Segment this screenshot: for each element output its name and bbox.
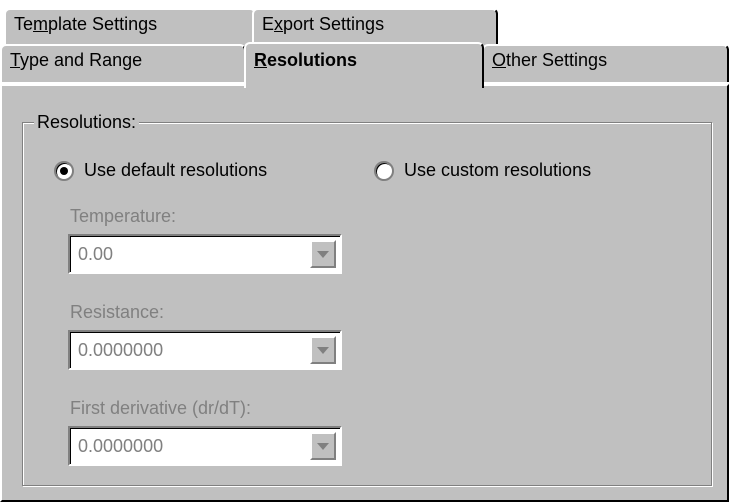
combo-value: 0.00 xyxy=(78,244,114,264)
resistance-label: Resistance: xyxy=(70,302,165,322)
radio-default-resolutions[interactable]: Use default resolutions xyxy=(54,160,267,181)
resistance-combo[interactable]: 0.0000000 xyxy=(68,330,342,370)
dropdown-button[interactable] xyxy=(310,240,336,268)
radio-label: Use custom resolutions xyxy=(404,160,592,180)
chevron-down-icon xyxy=(317,250,329,258)
group-label: Resolutions: xyxy=(34,112,140,133)
radio-label: Use default resolutions xyxy=(84,160,268,180)
radio-dot xyxy=(60,166,68,175)
tab-panel-resolutions: Resolutions: Use default resolutions Use… xyxy=(0,84,729,502)
tab-label: Template Settings xyxy=(14,14,158,34)
radio-circle[interactable] xyxy=(374,160,394,181)
temperature-combo[interactable]: 0.00 xyxy=(68,234,342,274)
tab-resolutions[interactable]: Resolutions xyxy=(244,42,484,88)
chevron-down-icon xyxy=(317,442,329,450)
tab-type-and-range[interactable]: Type and Range xyxy=(0,44,246,82)
dropdown-button[interactable] xyxy=(310,336,336,364)
combo-value: 0.0000000 xyxy=(78,340,164,360)
chevron-down-icon xyxy=(317,346,329,354)
radio-circle[interactable] xyxy=(54,160,74,181)
dropdown-button[interactable] xyxy=(310,432,336,460)
tab-label: Type and Range xyxy=(10,50,143,70)
temperature-label: Temperature: xyxy=(70,206,177,226)
tab-label: Other Settings xyxy=(492,50,608,70)
derivative-combo[interactable]: 0.0000000 xyxy=(68,426,342,466)
radio-custom-resolutions[interactable]: Use custom resolutions xyxy=(374,160,591,181)
tab-other-settings[interactable]: Other Settings xyxy=(482,44,729,82)
tab-label: Export Settings xyxy=(262,14,385,34)
derivative-label: First derivative (dr/dT): xyxy=(70,398,252,418)
tab-label: Resolutions xyxy=(254,50,358,70)
combo-value: 0.0000000 xyxy=(78,436,164,456)
tab-template-settings[interactable]: Template Settings xyxy=(4,8,256,48)
